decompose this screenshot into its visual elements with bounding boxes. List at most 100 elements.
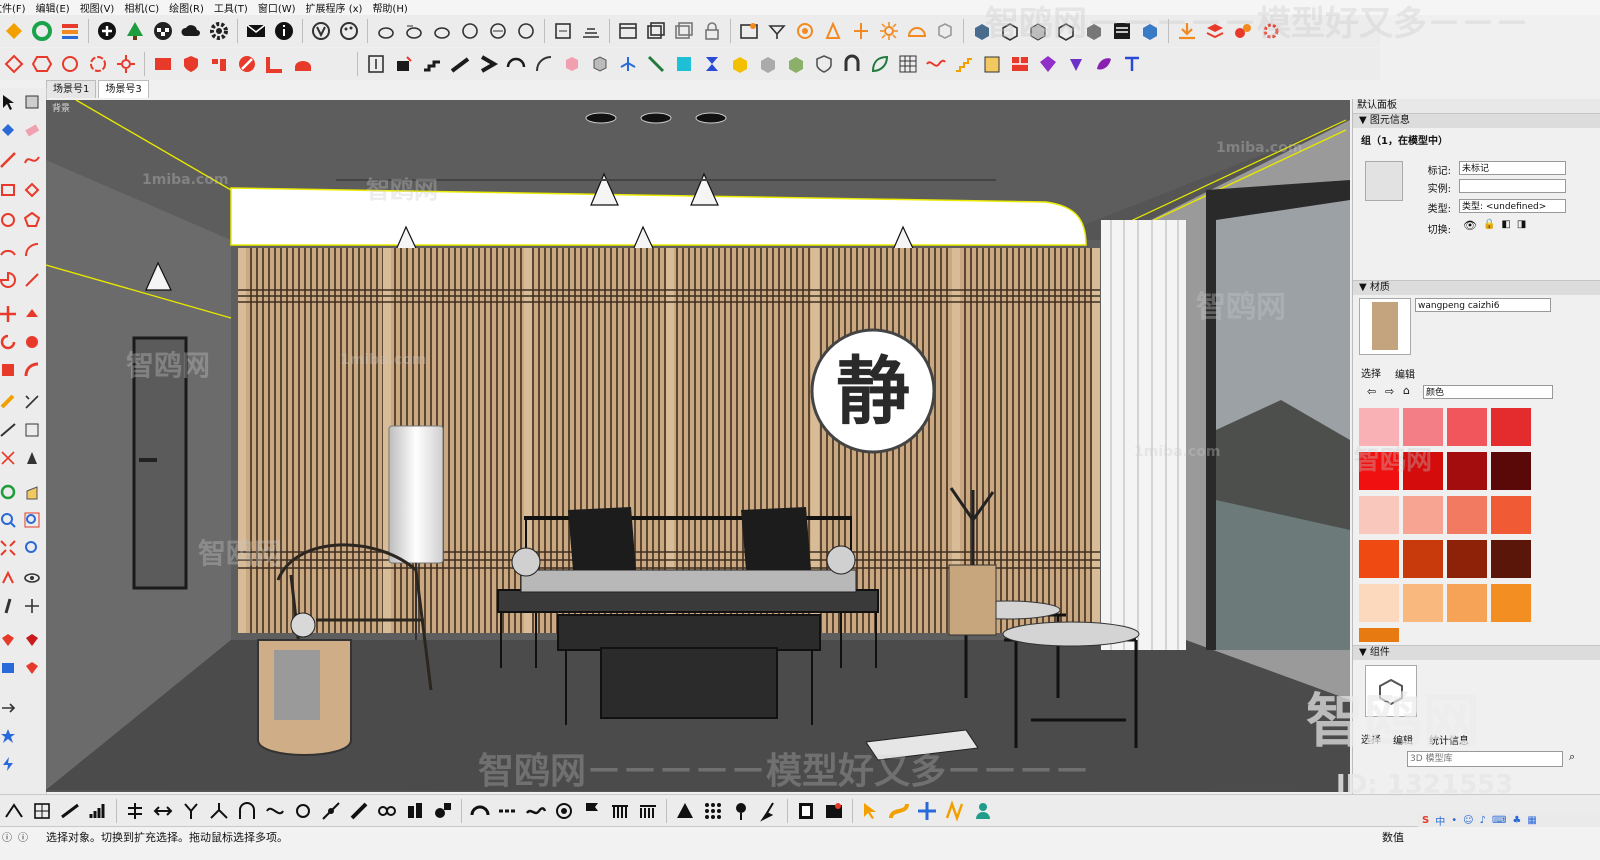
offset-tool-icon[interactable]	[22, 360, 42, 380]
bar-chart-icon[interactable]	[86, 799, 110, 823]
material-swatch[interactable]	[1403, 408, 1443, 446]
styles-icon[interactable]	[309, 19, 333, 43]
zoom-window-icon[interactable]	[22, 510, 42, 530]
material-swatch[interactable]	[1447, 584, 1487, 622]
brush-icon[interactable]	[347, 799, 371, 823]
cone-light-icon[interactable]	[821, 19, 845, 43]
mesh-light-icon[interactable]	[933, 19, 957, 43]
menu-edit[interactable]: 编辑(E)	[36, 0, 70, 15]
zoom-extents-icon[interactable]	[0, 538, 18, 558]
elephant-icon[interactable]	[291, 52, 315, 76]
entity-info-header[interactable]: ▼ 图元信息	[1353, 113, 1600, 128]
refresh-icon[interactable]	[30, 19, 54, 43]
cloud-upload-icon[interactable]	[179, 19, 203, 43]
three-point-arc-icon[interactable]	[22, 270, 42, 290]
box-yellow-icon[interactable]	[728, 52, 752, 76]
link-icon[interactable]	[375, 799, 399, 823]
leaf-purple-icon[interactable]	[1092, 52, 1116, 76]
window-stack-icon[interactable]	[644, 19, 668, 43]
brick-icon[interactable]	[1008, 52, 1032, 76]
ime-punct-icon[interactable]: •	[1451, 815, 1457, 826]
bolt-icon[interactable]	[0, 754, 18, 774]
layers-icon[interactable]	[58, 19, 82, 43]
status-info-icon[interactable]: ⓘ	[2, 829, 12, 844]
hourglass-icon[interactable]	[700, 52, 724, 76]
spot-light-icon[interactable]	[849, 19, 873, 43]
menu-draw[interactable]: 绘图(R)	[169, 0, 204, 15]
freehand-icon[interactable]	[22, 150, 42, 170]
menu-extensions[interactable]: 扩展程序 (x)	[306, 0, 363, 15]
pin-icon[interactable]	[729, 799, 753, 823]
mail-icon[interactable]	[244, 19, 268, 43]
ruby-icon[interactable]	[0, 630, 18, 650]
ruby-console-icon[interactable]	[22, 630, 42, 650]
material-swatch[interactable]	[1447, 408, 1487, 446]
select-tool-icon[interactable]	[2, 19, 26, 43]
ime-tools-icon[interactable]: ▦	[1527, 815, 1536, 826]
eye-icon[interactable]: 👁	[1463, 219, 1477, 232]
components-header[interactable]: ▼ 组件	[1353, 645, 1600, 660]
sweep-icon[interactable]	[532, 52, 556, 76]
curve-icon[interactable]	[263, 799, 287, 823]
menu-tools[interactable]: 工具(T)	[214, 0, 248, 15]
material-swatch[interactable]	[1359, 452, 1399, 490]
menu-file[interactable]: 文件(F)	[0, 0, 26, 15]
box-gray-icon[interactable]	[756, 52, 780, 76]
stairs-icon[interactable]	[420, 52, 444, 76]
rectangle-tool-icon[interactable]	[0, 180, 18, 200]
type-select[interactable]: 类型: <undefined>	[1459, 199, 1566, 213]
section-plane-icon[interactable]	[579, 19, 603, 43]
pan-hand-icon[interactable]	[22, 482, 42, 502]
dome-light-icon[interactable]	[905, 19, 929, 43]
target-icon[interactable]	[552, 799, 576, 823]
material-swatch[interactable]	[1491, 540, 1531, 578]
ruby-gem-icon[interactable]	[22, 658, 42, 678]
merge-icon[interactable]	[151, 799, 175, 823]
rotate-tool-icon[interactable]	[0, 332, 18, 352]
measure-icon[interactable]	[644, 52, 668, 76]
cube-pink-icon[interactable]	[560, 52, 584, 76]
text-tool-icon[interactable]	[1120, 52, 1144, 76]
menu-view[interactable]: 视图(V)	[80, 0, 115, 15]
teapot-material-icon[interactable]	[402, 19, 426, 43]
columns-icon[interactable]	[608, 799, 632, 823]
cube-dark-icon[interactable]	[1082, 19, 1106, 43]
materials-tab-edit[interactable]: 编辑	[1395, 366, 1415, 381]
line-tool-icon[interactable]	[0, 150, 18, 170]
component-search-input[interactable]	[1407, 751, 1563, 767]
teapot-loop-icon[interactable]	[458, 19, 482, 43]
cube-shade-icon[interactable]	[1026, 19, 1050, 43]
colonnade-icon[interactable]	[636, 799, 660, 823]
spiral-red-icon[interactable]	[86, 52, 110, 76]
gears-icon[interactable]	[1231, 19, 1255, 43]
box-push-icon[interactable]	[392, 52, 416, 76]
stack-icon[interactable]	[1203, 19, 1227, 43]
position-camera-icon[interactable]	[0, 568, 18, 588]
materials-tab-select[interactable]: 选择	[1361, 365, 1381, 380]
orbit-icon[interactable]	[0, 482, 18, 502]
wave-icon[interactable]	[924, 52, 948, 76]
cube-colored-icon[interactable]	[1138, 19, 1162, 43]
forward-arrow-icon[interactable]: ⇨	[1385, 385, 1394, 398]
window-copy-icon[interactable]	[672, 19, 696, 43]
viewport-3d[interactable]: 静 背景	[46, 100, 1350, 792]
shapes-icon[interactable]	[431, 799, 455, 823]
dots-grid-icon[interactable]	[701, 799, 725, 823]
scene-tab-3[interactable]: 场景号3	[98, 80, 149, 98]
pie-tool-icon[interactable]	[0, 270, 18, 290]
receive-shadow-icon[interactable]: ◨	[1517, 219, 1526, 232]
tape-measure-icon[interactable]	[0, 392, 18, 412]
tree-icon[interactable]	[123, 19, 147, 43]
palette-icon[interactable]	[337, 19, 361, 43]
component-icon[interactable]	[22, 92, 42, 112]
move-blue-icon[interactable]	[915, 799, 939, 823]
grid-pattern-icon[interactable]	[896, 52, 920, 76]
pointer-yellow-icon[interactable]	[859, 799, 883, 823]
export-icon[interactable]	[0, 658, 18, 678]
slope-icon[interactable]	[58, 799, 82, 823]
teapot-sync-icon[interactable]	[486, 19, 510, 43]
two-point-arc-icon[interactable]	[22, 240, 42, 260]
material-swatch[interactable]	[1403, 540, 1443, 578]
camera-record-icon[interactable]	[822, 799, 846, 823]
grid-tool-icon[interactable]	[30, 799, 54, 823]
